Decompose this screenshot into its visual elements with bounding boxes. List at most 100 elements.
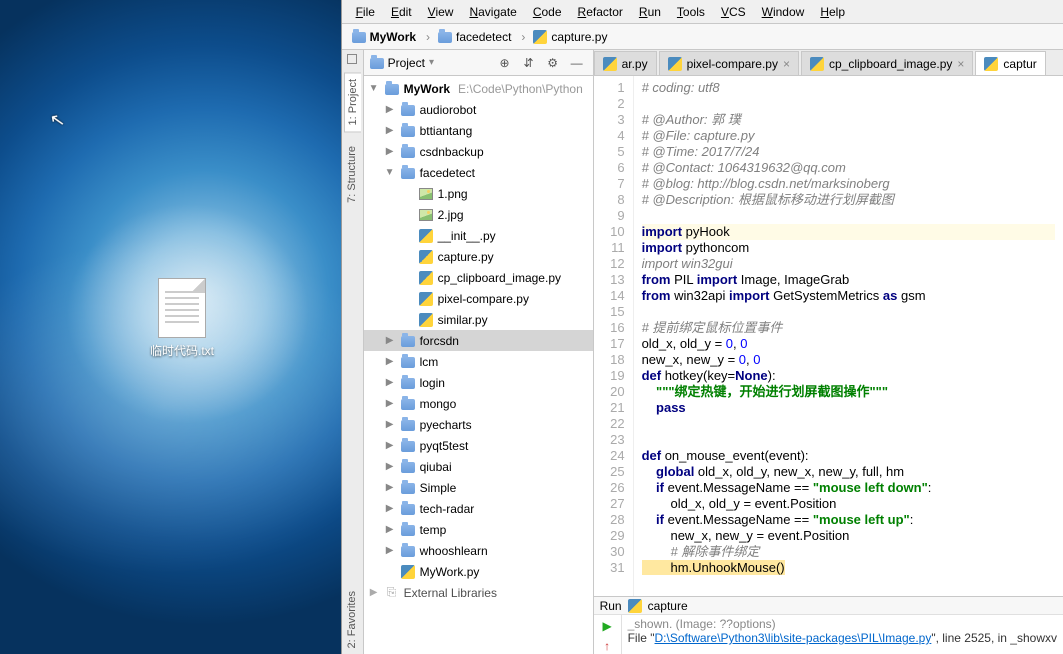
editor-tab[interactable]: pixel-compare.py×	[659, 51, 799, 75]
tree-row[interactable]: ▶forcsdn	[364, 330, 593, 351]
tree-row[interactable]: ▶ whooshlearn	[364, 540, 593, 561]
python-icon	[810, 57, 824, 71]
expand-arrow-icon[interactable]: ▶	[384, 146, 396, 157]
menu-file[interactable]: File	[348, 3, 383, 21]
tree-item-icon	[418, 270, 434, 286]
tree-row[interactable]: ▼MyWorkE:\Code\Python\Python	[364, 78, 593, 99]
expand-arrow-icon[interactable]: ▶	[384, 356, 396, 367]
menu-run[interactable]: Run	[631, 3, 669, 21]
menu-view[interactable]: View	[420, 3, 462, 21]
project-tool-tab[interactable]: 1: Project	[344, 72, 361, 132]
expand-arrow-icon[interactable]: ▶	[384, 440, 396, 451]
tree-row[interactable]: cp_clipboard_image.py	[364, 267, 593, 288]
tree-row[interactable]: ▶audiorobot	[364, 99, 593, 120]
python-icon	[533, 30, 547, 44]
python-icon	[984, 57, 998, 71]
favorites-tool-tab[interactable]: 2: Favorites	[344, 585, 360, 654]
folder-icon	[401, 357, 415, 368]
menu-navigate[interactable]: Navigate	[461, 3, 524, 21]
menu-help[interactable]: Help	[812, 3, 853, 21]
output-line: File "D:\Software\Python3\lib\site-packa…	[628, 631, 1057, 645]
tree-row[interactable]: ▶pyqt5test	[364, 435, 593, 456]
menu-tools[interactable]: Tools	[669, 3, 713, 21]
tree-row[interactable]: __init__.py	[364, 225, 593, 246]
editor-tab[interactable]: ar.py	[594, 51, 657, 75]
file-link[interactable]: D:\Software\Python3\lib\site-packages\PI…	[655, 631, 932, 645]
tree-row[interactable]: ▶lcm	[364, 351, 593, 372]
breadcrumb-item[interactable]: MyWork	[348, 30, 434, 44]
tree-row[interactable]: ▶pyecharts	[364, 414, 593, 435]
tree-row[interactable]: 2.jpg	[364, 204, 593, 225]
output-line: _shown. (Image: ??options)	[628, 617, 1057, 631]
run-panel: Run capture ▶ ↑ _shown. (Image: ??option…	[594, 596, 1063, 654]
expand-arrow-icon[interactable]: ▶	[384, 398, 396, 409]
structure-tool-tab[interactable]: 7: Structure	[344, 140, 360, 209]
hide-icon[interactable]: —	[567, 53, 587, 73]
tree-item-icon	[400, 522, 416, 538]
tree-item-label: whooshlearn	[420, 544, 488, 558]
close-icon[interactable]: ×	[783, 57, 790, 71]
locate-icon[interactable]: ⊕	[495, 53, 515, 73]
expand-arrow-icon[interactable]: ▶	[384, 335, 396, 346]
stop-up-icon[interactable]: ↑	[598, 638, 616, 654]
folder-icon	[385, 84, 399, 95]
menu-vcs[interactable]: VCS	[713, 3, 754, 21]
expand-arrow-icon[interactable]: ▼	[368, 83, 380, 94]
tree-item-label: MyWork	[404, 82, 450, 96]
tree-row[interactable]: 1.png	[364, 183, 593, 204]
close-icon[interactable]: ×	[957, 57, 964, 71]
tree-row[interactable]: ▶⎘External Libraries	[364, 582, 593, 603]
expand-arrow-icon[interactable]: ▶	[384, 461, 396, 472]
expand-arrow-icon[interactable]: ▶	[384, 545, 396, 556]
python-icon	[603, 57, 617, 71]
tree-row[interactable]: ▶bttiantang	[364, 120, 593, 141]
editor-tab[interactable]: cp_clipboard_image.py×	[801, 51, 973, 75]
project-tree[interactable]: ▼MyWorkE:\Code\Python\Python▶audiorobot▶…	[364, 76, 593, 654]
code-editor[interactable]: 1234567891011121314151617181920212223242…	[594, 76, 1063, 596]
menu-refactor[interactable]: Refactor	[570, 3, 631, 21]
tree-row[interactable]: capture.py	[364, 246, 593, 267]
dropdown-icon[interactable]: ▾	[429, 57, 434, 68]
editor-tab[interactable]: captur	[975, 51, 1045, 75]
expand-arrow-icon[interactable]: ▶	[384, 104, 396, 115]
tree-row[interactable]: MyWork.py	[364, 561, 593, 582]
tree-row[interactable]: ▶Simple	[364, 477, 593, 498]
text-file-icon	[158, 278, 206, 338]
tree-row[interactable]: ▶tech-radar	[364, 498, 593, 519]
tree-row[interactable]: ▼facedetect	[364, 162, 593, 183]
expand-arrow-icon[interactable]: ▼	[384, 167, 396, 178]
expand-arrow-icon[interactable]: ▶	[384, 419, 396, 430]
tree-row[interactable]: ▶qiubai	[364, 456, 593, 477]
folder-icon	[401, 399, 415, 410]
tree-row[interactable]: similar.py	[364, 309, 593, 330]
breadcrumb-item[interactable]: capture.py	[529, 30, 621, 44]
expand-arrow-icon[interactable]: ▶	[368, 587, 380, 598]
tree-row[interactable]: ▶ login	[364, 372, 593, 393]
tree-item-icon	[400, 123, 416, 139]
tree-item-icon	[400, 564, 416, 580]
expand-arrow-icon[interactable]: ▶	[384, 524, 396, 535]
expand-arrow-icon[interactable]: ▶	[384, 503, 396, 514]
tool-square-icon[interactable]	[347, 54, 357, 64]
menu-edit[interactable]: Edit	[383, 3, 420, 21]
tree-item-label: login	[420, 376, 445, 390]
breadcrumb-item[interactable]: facedetect	[434, 30, 529, 44]
tree-row[interactable]: ▶mongo	[364, 393, 593, 414]
gear-icon[interactable]: ⚙	[543, 53, 563, 73]
tree-item-icon: ⎘	[384, 585, 400, 601]
expand-arrow-icon[interactable]: ▶	[384, 377, 396, 388]
menu-code[interactable]: Code	[525, 3, 570, 21]
expand-arrow-icon[interactable]: ▶	[384, 482, 396, 493]
code-content[interactable]: # coding: utf8# @Author: 郭 璞# @File: cap…	[634, 76, 1063, 596]
tree-row[interactable]: ▶csdnbackup	[364, 141, 593, 162]
tree-row[interactable]: ▶temp	[364, 519, 593, 540]
menu-window[interactable]: Window	[754, 3, 813, 21]
run-output[interactable]: _shown. (Image: ??options) File "D:\Soft…	[622, 615, 1063, 654]
expand-arrow-icon[interactable]: ▶	[384, 125, 396, 136]
tree-row[interactable]: pixel-compare.py	[364, 288, 593, 309]
folder-icon	[401, 525, 415, 536]
collapse-icon[interactable]: ⇵	[519, 53, 539, 73]
desktop-file[interactable]: 临时代码.txt	[142, 278, 222, 359]
rerun-icon[interactable]: ▶	[598, 618, 616, 634]
ide-window: FileEditViewNavigateCodeRefactorRunTools…	[341, 0, 1063, 654]
